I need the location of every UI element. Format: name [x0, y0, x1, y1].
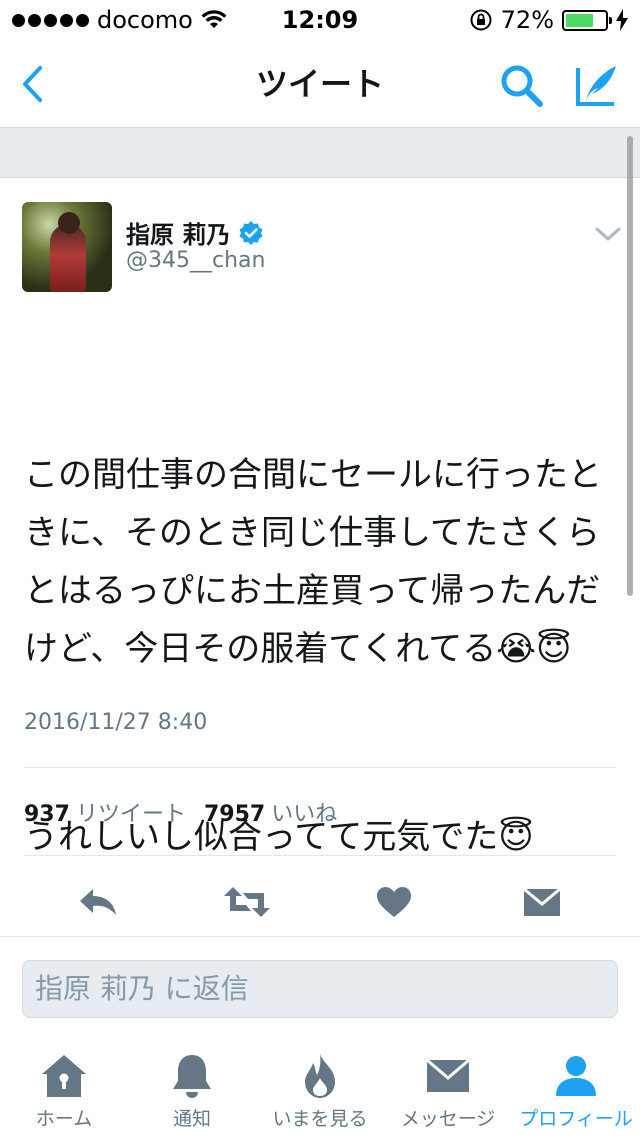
like-stat-label: いいね: [271, 802, 338, 827]
retweet-button[interactable]: [222, 882, 272, 922]
avatar[interactable]: [22, 202, 112, 292]
tweet-actions: [0, 874, 640, 928]
tweet-timestamp: 2016/11/27 8:40: [24, 710, 208, 735]
battery-level: [566, 13, 594, 27]
rotation-lock-icon: [470, 9, 492, 31]
charging-bolt-icon: [616, 9, 628, 31]
envelope-icon: [523, 887, 561, 916]
retweet-icon: [224, 887, 270, 917]
battery-icon: [562, 9, 612, 31]
bell-icon: [168, 1052, 216, 1100]
scrollbar[interactable]: [627, 136, 633, 596]
tab-messages[interactable]: メッセージ: [384, 1038, 512, 1136]
compose-feather-icon: [576, 66, 616, 106]
tab-moments-label: いまを見る: [272, 1108, 368, 1130]
tab-notifications-label: 通知: [172, 1108, 211, 1130]
display-name[interactable]: 指原 莉乃: [126, 215, 264, 250]
reply-button[interactable]: [76, 882, 120, 922]
user-handle[interactable]: @345__chan: [126, 248, 265, 273]
search-icon: [501, 65, 543, 107]
navigation-bar: ツイート: [0, 40, 640, 128]
divider: [24, 767, 616, 768]
retweet-stat[interactable]: 937 リツイート: [24, 796, 186, 828]
retweet-stat-label: リツイート: [75, 802, 186, 827]
status-left: docomo: [12, 6, 227, 34]
tweet-text: この間仕事の合間にセールに行ったときに、そのとき同じ仕事してたさくらとはるっぴに…: [24, 330, 604, 924]
tab-home-label: ホーム: [35, 1108, 93, 1130]
like-count: 7957: [203, 802, 266, 827]
avatar-figure: [50, 224, 86, 292]
signal-strength-icon: [12, 13, 89, 27]
tab-home[interactable]: ホーム: [0, 1038, 128, 1136]
status-bar: docomo 12:09 72%: [0, 0, 640, 40]
tweet-menu-button[interactable]: [594, 224, 622, 244]
retweet-count: 937: [24, 802, 70, 827]
tweet-text-paragraph-1: この間仕事の合間にセールに行ったときに、そのとき同じ仕事してたさくらとはるっぴに…: [24, 455, 602, 669]
compose-tweet-button[interactable]: [572, 60, 622, 110]
tab-profile[interactable]: プロフィール: [512, 1038, 640, 1136]
section-separator: [0, 128, 640, 178]
heart-icon: [377, 887, 411, 917]
person-icon: [552, 1052, 600, 1100]
avatar-head: [58, 212, 80, 234]
carrier-label: docomo: [97, 6, 193, 34]
like-stat[interactable]: 7957 いいね: [204, 796, 337, 828]
flame-icon: [296, 1052, 344, 1100]
verified-badge-icon: [239, 220, 263, 245]
tab-moments[interactable]: いまを見る: [256, 1038, 384, 1136]
reply-icon: [80, 889, 116, 915]
status-right: 72%: [469, 6, 628, 34]
envelope-icon: [424, 1052, 472, 1100]
direct-message-button[interactable]: [520, 882, 564, 922]
like-button[interactable]: [372, 882, 416, 922]
divider: [24, 855, 616, 856]
battery-percent: 72%: [500, 6, 554, 34]
tab-profile-label: プロフィール: [519, 1108, 633, 1130]
display-name-text: 指原 莉乃: [126, 221, 231, 249]
tab-messages-label: メッセージ: [400, 1108, 496, 1130]
wifi-icon: [201, 10, 227, 28]
chevron-down-icon: [595, 227, 621, 241]
home-icon: [40, 1052, 88, 1100]
tab-notifications[interactable]: 通知: [128, 1038, 256, 1136]
tab-bar: ホーム 通知 いまを見る メッセージ プロフィール: [0, 1038, 640, 1136]
reply-input[interactable]: 指原 莉乃 に返信: [22, 960, 618, 1018]
search-button[interactable]: [498, 62, 546, 110]
tweet-stats: 937 リツイート 7957 いいね: [24, 796, 337, 828]
